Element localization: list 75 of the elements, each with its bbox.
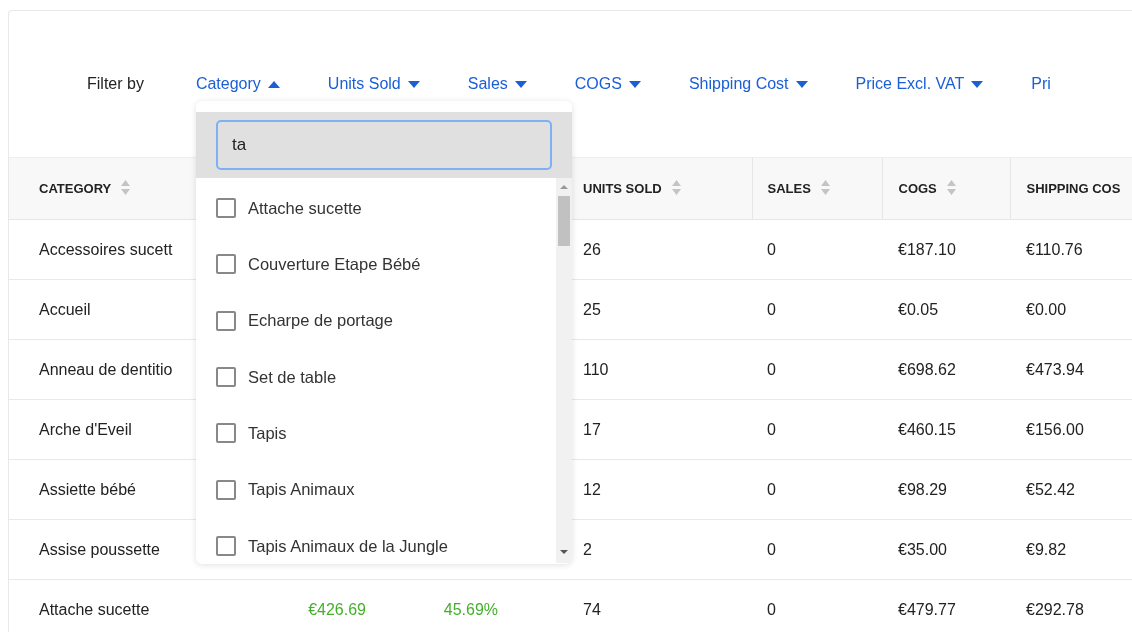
table-cell: €35.00: [898, 540, 947, 558]
caret-icon[interactable]: [971, 80, 984, 88]
table-cell: €460.15: [898, 420, 956, 438]
filter-dropdown-button[interactable]: Units Sold: [327, 72, 420, 96]
table-cell: 0: [767, 480, 776, 498]
column-header[interactable]: UNITS SOLD: [583, 180, 662, 196]
filter-dropdown-button[interactable]: Sales: [467, 72, 527, 96]
table-cell: 0: [767, 600, 776, 618]
checkbox[interactable]: [216, 479, 236, 500]
table-cell: Arche d'Eveil: [39, 420, 132, 438]
filter-dropdown-button[interactable]: Pri: [1031, 72, 1051, 96]
table-cell: Accessoires sucett: [39, 240, 173, 258]
caret-icon[interactable]: [514, 80, 527, 88]
filter-dropdown-button[interactable]: Category: [195, 72, 280, 96]
table-cell: 2: [583, 540, 592, 558]
table-cell: 0: [767, 360, 776, 378]
table-cell: €9.82: [1026, 540, 1067, 558]
dropdown-option[interactable]: Couverture Etape Bébé: [196, 236, 556, 293]
caret-icon[interactable]: [267, 80, 280, 88]
table-cell: 12: [583, 480, 601, 498]
filter-dropdown-button[interactable]: COGS: [574, 72, 641, 96]
checkbox[interactable]: [216, 198, 236, 219]
table-cell: €156.00: [1026, 420, 1084, 438]
checkbox[interactable]: [216, 367, 236, 388]
table-cell: €0.00: [1026, 300, 1067, 318]
table-cell: 45.69%: [443, 600, 498, 618]
table-cell: €473.94: [1026, 360, 1084, 378]
table-cell: €110.76: [1026, 240, 1083, 258]
dropdown-option[interactable]: Attache sucette: [196, 180, 556, 237]
table-cell: Accueil: [39, 300, 91, 318]
scrollbar-thumb[interactable]: [558, 196, 570, 246]
table-cell: Assise poussette: [39, 540, 160, 558]
filter-dropdown-button[interactable]: Shipping Cost: [688, 72, 808, 96]
table-cell: Attache sucette: [39, 600, 150, 618]
table-cell: €0.05: [898, 300, 939, 318]
table-cell: €98.29: [898, 480, 947, 498]
scrollbar[interactable]: [556, 178, 572, 563]
dropdown-option[interactable]: Tapis Animaux de la Jungle: [196, 517, 556, 564]
table-cell: 110: [583, 360, 609, 378]
table-cell: €479.77: [898, 600, 956, 618]
column-header[interactable]: CATEGORY: [39, 180, 112, 196]
table-cell: €426.69: [308, 600, 366, 618]
table-cell: 74: [583, 600, 601, 618]
table-cell: 26: [583, 240, 601, 258]
table-cell: €52.42: [1026, 480, 1075, 498]
scroll-down-icon[interactable]: [560, 549, 568, 555]
dropdown-option[interactable]: Set de table: [196, 348, 556, 406]
caret-icon[interactable]: [628, 80, 641, 88]
scroll-up-icon[interactable]: [560, 184, 568, 190]
table-cell: €292.78: [1026, 600, 1084, 618]
checkbox[interactable]: [216, 535, 236, 556]
checkbox[interactable]: [216, 310, 236, 331]
table-cell: Assiette bébé: [39, 480, 136, 498]
dropdown-option[interactable]: Tapis Animaux: [196, 461, 556, 518]
caret-icon[interactable]: [407, 80, 420, 88]
table-cell: 0: [767, 420, 776, 438]
column-header[interactable]: SALES: [767, 180, 811, 196]
filter-label: Filter by: [87, 74, 144, 94]
caret-icon[interactable]: [795, 80, 808, 88]
table-cell: €698.62: [898, 360, 956, 378]
checkbox[interactable]: [216, 254, 236, 275]
table-cell: €187.10: [898, 240, 956, 258]
dropdown-option[interactable]: Tapis: [196, 405, 556, 462]
table-cell: 0: [767, 540, 776, 558]
table-cell: 0: [767, 300, 776, 318]
table-cell: Anneau de dentitio: [39, 360, 173, 378]
table-cell: 17: [583, 420, 601, 438]
dropdown-option[interactable]: Echarpe de portage: [196, 292, 556, 349]
filter-dropdown-button[interactable]: Price Excl. VAT: [855, 72, 984, 96]
checkbox[interactable]: [216, 423, 236, 444]
table-cell: 0: [767, 240, 776, 258]
search-field[interactable]: ta: [216, 120, 552, 170]
table-cell: 25: [583, 300, 601, 318]
column-header[interactable]: SHIPPING COS: [1026, 180, 1121, 196]
column-header[interactable]: COGS: [898, 180, 937, 196]
